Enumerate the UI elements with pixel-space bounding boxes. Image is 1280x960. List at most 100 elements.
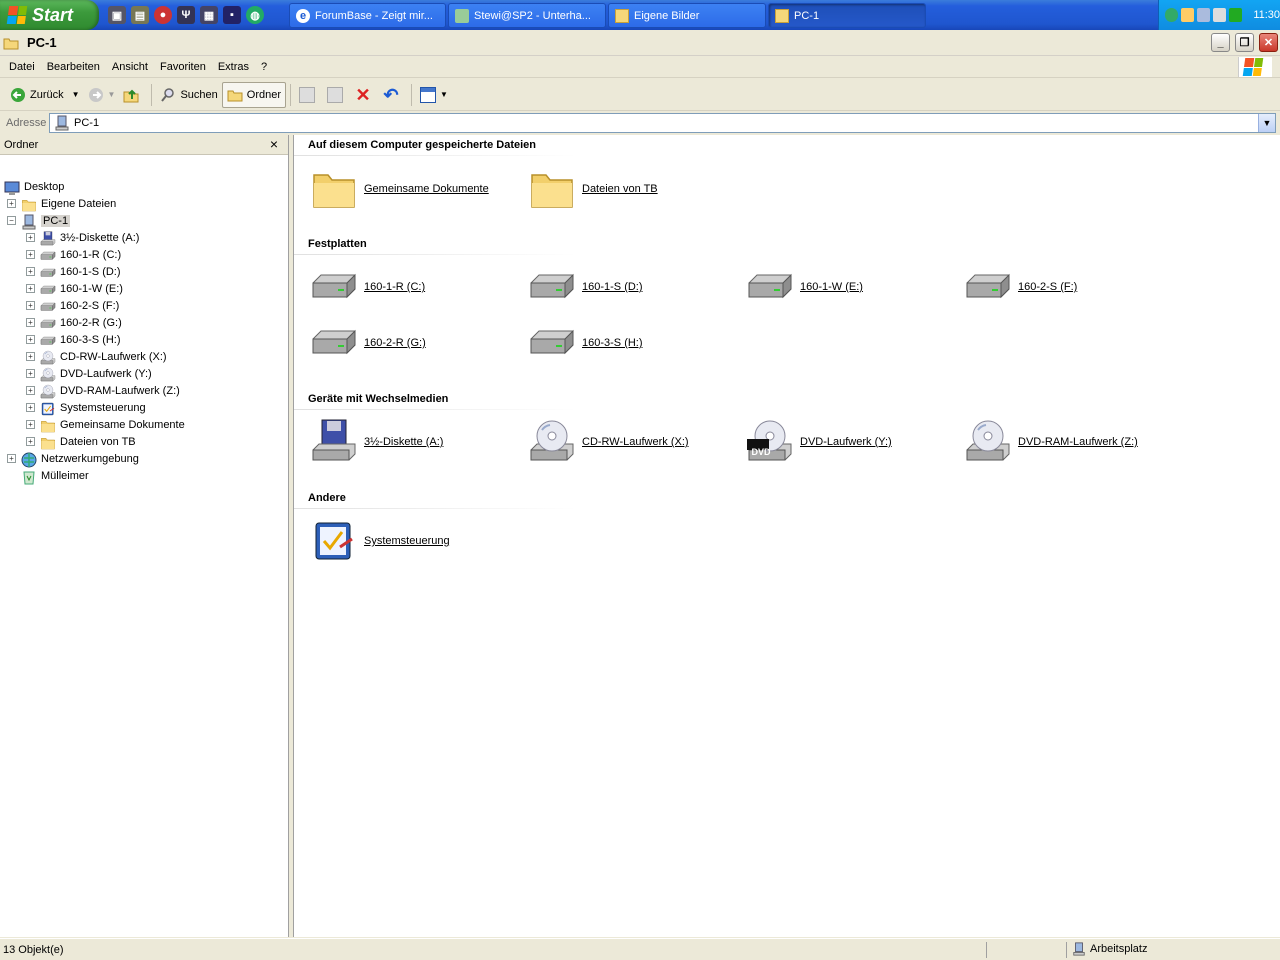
content-item[interactable]: DVD DVD-Laufwerk (Y:) (746, 418, 892, 466)
group-header: Auf diesem Computer gespeicherte Dateien (308, 139, 537, 151)
menu-ansicht[interactable]: Ansicht (106, 61, 154, 73)
window-titlebar[interactable]: PC-1 (0, 30, 1280, 56)
content-item[interactable]: DVD-RAM-Laufwerk (Z:) (964, 418, 1138, 466)
content-item[interactable]: 160-1-R (C:) (310, 263, 425, 311)
menu-extras[interactable]: Extras (212, 61, 255, 73)
folder-icon (615, 8, 629, 23)
app-icon[interactable]: ▤ (131, 6, 149, 24)
tree-item[interactable]: + Netzwerkumgebung (7, 450, 139, 467)
address-dropdown-button[interactable]: ▼ (1258, 114, 1275, 132)
network-icon (21, 452, 37, 467)
app-icon[interactable]: ● (154, 6, 172, 24)
taskbar-button-pc1[interactable]: PC-1 (768, 3, 926, 28)
menu-bearbeiten[interactable]: Bearbeiten (41, 61, 106, 73)
content-item[interactable]: 160-1-W (E:) (746, 263, 863, 311)
forward-button[interactable]: ▼ (84, 82, 120, 108)
content-item[interactable]: Gemeinsame Dokumente (310, 165, 489, 213)
tree-item[interactable]: Mülleimer (7, 467, 89, 484)
globe-icon[interactable]: ◍ (246, 6, 264, 24)
app-icon[interactable] (1229, 8, 1243, 22)
undo-button[interactable]: ↶ (379, 82, 407, 108)
close-icon: ✕ (1263, 37, 1274, 49)
app-icon[interactable]: ▦ (200, 6, 218, 24)
tree-item[interactable]: +160-1-S (D:) (26, 263, 121, 280)
tree-expander[interactable]: − (7, 216, 16, 225)
tree-expander[interactable]: + (26, 352, 35, 361)
move-to-button[interactable] (295, 82, 323, 108)
tree-expander[interactable]: + (26, 335, 35, 344)
tree-item[interactable]: +160-1-W (E:) (26, 280, 123, 297)
up-folder-button[interactable] (119, 82, 147, 108)
content-item[interactable]: 160-3-S (H:) (528, 319, 643, 367)
folders-button[interactable]: Ordner (221, 81, 287, 108)
address-input[interactable]: PC-1 ▼ (49, 113, 1276, 133)
tree-item[interactable]: + CD-RW-Laufwerk (X:) (26, 348, 167, 365)
tree-expander[interactable]: + (26, 233, 35, 242)
minimize-button[interactable]: _ (1211, 33, 1230, 52)
content-item[interactable]: 160-2-S (F:) (964, 263, 1077, 311)
tree-item[interactable]: + DVD-RAM-Laufwerk (Z:) (26, 382, 180, 399)
search-button[interactable]: Suchen (156, 82, 221, 108)
taskbar-button-label: ForumBase - Zeigt mir... (315, 9, 433, 22)
close-icon[interactable]: × (270, 136, 278, 152)
chevron-down-icon[interactable]: ▼ (72, 90, 80, 99)
tree-item[interactable]: +160-1-R (C:) (26, 246, 121, 263)
tree-expander[interactable]: + (26, 284, 35, 293)
tree-item-label: 160-1-S (D:) (60, 265, 121, 278)
tree-expander[interactable]: + (26, 403, 35, 412)
app-icon[interactable]: Ψ (177, 6, 195, 24)
tree-item[interactable]: +3½-Diskette (A:) (26, 229, 139, 246)
app-icon[interactable] (1181, 8, 1195, 22)
drive-icon (528, 319, 576, 367)
app-icon[interactable]: ▣ (108, 6, 126, 24)
views-button[interactable]: ▼ (416, 82, 452, 108)
tree-expander[interactable]: + (26, 437, 35, 446)
taskbar-button-forumbase[interactable]: e ForumBase - Zeigt mir... (289, 3, 446, 28)
app-icon[interactable] (1197, 8, 1211, 22)
tree-item[interactable]: +160-3-S (H:) (26, 331, 121, 348)
tree-expander[interactable]: + (26, 369, 35, 378)
delete-button[interactable]: ✕ (351, 82, 379, 108)
back-button[interactable]: Zurück ▼ (6, 82, 84, 108)
tree-expander[interactable]: + (26, 267, 35, 276)
network-icon[interactable] (1165, 8, 1179, 22)
tree-expander[interactable]: + (26, 250, 35, 259)
content-item[interactable]: Dateien von TB (528, 165, 658, 213)
start-button[interactable]: Start (0, 0, 99, 30)
menu-datei[interactable]: Datei (3, 61, 41, 73)
tree-expander[interactable]: + (7, 199, 16, 208)
clock[interactable]: 11:30 (1253, 9, 1280, 21)
content-item[interactable]: 160-2-R (G:) (310, 319, 426, 367)
tree-item[interactable]: +160-2-S (F:) (26, 297, 119, 314)
taskbar-button-eigene-bilder[interactable]: Eigene Bilder (608, 3, 766, 28)
tree-expander[interactable]: + (26, 301, 35, 310)
tree-item[interactable]: + DVD-Laufwerk (Y:) (26, 365, 152, 382)
drive-icon (40, 282, 56, 296)
content-item[interactable]: 160-1-S (D:) (528, 263, 643, 311)
tree-item[interactable]: Desktop (4, 178, 64, 195)
cd-icon (964, 418, 1012, 466)
content-item[interactable]: Systemsteuerung (310, 517, 450, 565)
tree-item[interactable]: +160-2-R (G:) (26, 314, 122, 331)
tree-expander[interactable]: + (26, 318, 35, 327)
content-item[interactable]: CD-RW-Laufwerk (X:) (528, 418, 689, 466)
tree-item[interactable]: + Eigene Dateien (7, 195, 116, 212)
maximize-button[interactable]: ❐ (1235, 33, 1254, 52)
close-button[interactable]: ✕ (1259, 33, 1278, 52)
tree-item[interactable]: + Systemsteuerung (26, 399, 146, 416)
tree-item[interactable]: + Dateien von TB (26, 433, 136, 450)
tree-item[interactable]: + Gemeinsame Dokumente (26, 416, 185, 433)
tree-item[interactable]: − PC-1 (7, 212, 71, 229)
folder-icon (21, 197, 37, 211)
content-item[interactable]: 3½-Diskette (A:) (310, 418, 443, 466)
chevron-down-icon[interactable]: ▼ (108, 90, 116, 99)
tree-expander[interactable]: + (26, 386, 35, 395)
menu-favoriten[interactable]: Favoriten (154, 61, 212, 73)
tree-expander[interactable]: + (7, 454, 16, 463)
save-icon[interactable]: ▪ (223, 6, 241, 24)
menu-help[interactable]: ? (255, 61, 273, 73)
copy-to-button[interactable] (323, 82, 351, 108)
tree-expander[interactable]: + (26, 420, 35, 429)
taskbar-button-stewi[interactable]: Stewi@SP2 - Unterha... (448, 3, 606, 28)
speaker-icon[interactable] (1213, 8, 1227, 22)
